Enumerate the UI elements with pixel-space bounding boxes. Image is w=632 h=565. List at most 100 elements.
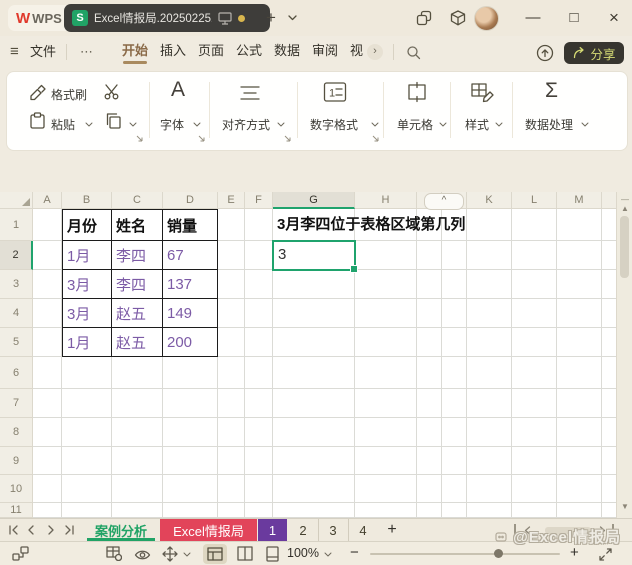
cell-E7[interactable] xyxy=(218,389,245,418)
cell-H7[interactable] xyxy=(355,389,417,418)
cell-A2[interactable] xyxy=(33,241,62,270)
cells-menu[interactable]: 单元格 xyxy=(397,116,433,133)
cell-F10[interactable] xyxy=(245,475,273,503)
cell-C7[interactable] xyxy=(112,389,163,418)
cell-E11[interactable] xyxy=(218,503,245,518)
cell-A10[interactable] xyxy=(33,475,62,503)
view-normal-button[interactable] xyxy=(203,544,227,564)
cut-scissors-icon[interactable] xyxy=(103,83,121,100)
cell-F3[interactable] xyxy=(245,270,273,299)
paste-clipboard-icon[interactable] xyxy=(29,112,46,130)
cell-D9[interactable] xyxy=(163,447,218,475)
clipboard-dialog-launcher[interactable] xyxy=(135,134,144,143)
menu-tab-formulas[interactable]: 公式 xyxy=(236,36,262,66)
cell-F9[interactable] xyxy=(245,447,273,475)
cell-B7[interactable] xyxy=(62,389,112,418)
cell-C2[interactable]: 李四 xyxy=(112,241,163,270)
app-center-cube-icon[interactable] xyxy=(450,10,466,26)
zoom-slider-handle[interactable] xyxy=(494,549,503,558)
close-button[interactable]: × xyxy=(602,6,626,30)
cell-E8[interactable] xyxy=(218,418,245,447)
cell-K1[interactable] xyxy=(467,209,512,241)
row-header-6[interactable]: 6 xyxy=(0,357,33,389)
cell-A7[interactable] xyxy=(33,389,62,418)
cell-B4[interactable]: 3月 xyxy=(62,299,112,328)
cell-A5[interactable] xyxy=(33,328,62,357)
zoom-dropdown-chevron[interactable] xyxy=(324,552,332,557)
sheet-tab-case-analysis[interactable]: 案例分析 xyxy=(84,519,158,541)
cell-B9[interactable] xyxy=(62,447,112,475)
cell-D5[interactable]: 200 xyxy=(163,328,218,357)
cell-J8[interactable] xyxy=(442,418,467,447)
cell-G8[interactable] xyxy=(273,418,355,447)
fullscreen-expand-icon[interactable] xyxy=(598,547,613,562)
alignment-dropdown-chevron[interactable] xyxy=(277,122,285,127)
font-menu[interactable]: 字体 xyxy=(160,116,184,133)
column-header-C[interactable]: C xyxy=(112,192,163,209)
cell-G3[interactable] xyxy=(273,270,355,299)
cell-M11[interactable] xyxy=(557,503,602,518)
last-sheet-icon[interactable] xyxy=(64,525,75,535)
cell-K3[interactable] xyxy=(467,270,512,299)
maximize-button[interactable]: □ xyxy=(562,6,586,30)
sheet-tab-excel-intel[interactable]: Excel情报局 xyxy=(160,519,257,541)
cell-partial[interactable] xyxy=(602,270,616,299)
cell-K2[interactable] xyxy=(467,241,512,270)
row-header-3[interactable]: 3 xyxy=(0,270,33,299)
cell-partial[interactable] xyxy=(602,475,616,503)
cells-dropdown-chevron[interactable] xyxy=(439,122,447,127)
column-header-L[interactable]: L xyxy=(512,192,557,209)
cell-partial[interactable] xyxy=(602,241,616,270)
cell-E3[interactable] xyxy=(218,270,245,299)
scroll-up-arrow-icon[interactable]: ▲ xyxy=(617,204,632,213)
menu-tab-insert[interactable]: 插入 xyxy=(160,36,186,66)
cell-H3[interactable] xyxy=(355,270,417,299)
cell-K7[interactable] xyxy=(467,389,512,418)
menu-file[interactable]: 文件 xyxy=(30,36,56,68)
cell-K4[interactable] xyxy=(467,299,512,328)
alignment-dialog-launcher[interactable] xyxy=(283,134,292,143)
cell-H8[interactable] xyxy=(355,418,417,447)
styles-menu[interactable]: 样式 xyxy=(465,116,489,133)
copy-dropdown-chevron[interactable] xyxy=(129,122,137,127)
column-header-E[interactable]: E xyxy=(218,192,245,209)
row-header-9[interactable]: 9 xyxy=(0,447,33,475)
cell-H10[interactable] xyxy=(355,475,417,503)
cell-partial[interactable] xyxy=(602,389,616,418)
cell-partial[interactable] xyxy=(602,418,616,447)
cell-L1[interactable] xyxy=(512,209,557,241)
upload-cloud-icon[interactable] xyxy=(536,44,554,62)
column-header-partial[interactable] xyxy=(602,192,616,209)
cell-E4[interactable] xyxy=(218,299,245,328)
row-header-5[interactable]: 5 xyxy=(0,328,33,357)
format-painter-icon[interactable] xyxy=(29,84,47,101)
menu-tab-view[interactable]: 视 xyxy=(350,36,363,66)
eye-visibility-icon[interactable] xyxy=(134,549,151,561)
cell-I3[interactable] xyxy=(417,270,442,299)
cell-A1[interactable] xyxy=(33,209,62,241)
cell-G7[interactable] xyxy=(273,389,355,418)
cell-L8[interactable] xyxy=(512,418,557,447)
column-header-A[interactable]: A xyxy=(33,192,62,209)
fill-handle[interactable] xyxy=(350,265,358,273)
move-dropdown-chevron[interactable] xyxy=(183,552,191,557)
cell-J7[interactable] xyxy=(442,389,467,418)
cell-G9[interactable] xyxy=(273,447,355,475)
sheet-tab-4[interactable]: 4 xyxy=(348,519,378,541)
row-header-4[interactable]: 4 xyxy=(0,299,33,328)
sheet-tab-3[interactable]: 3 xyxy=(318,519,349,541)
cell-E9[interactable] xyxy=(218,447,245,475)
select-all-corner[interactable] xyxy=(0,192,33,209)
cell-partial[interactable] xyxy=(602,357,616,389)
format-painter-button[interactable]: 格式刷 xyxy=(51,86,87,103)
cell-G11[interactable] xyxy=(273,503,355,518)
cell-E6[interactable] xyxy=(218,357,245,389)
number-format-menu[interactable]: 数字格式 xyxy=(310,116,358,133)
cell-partial[interactable] xyxy=(602,299,616,328)
zoom-level-value[interactable]: 100% xyxy=(287,542,319,565)
cell-J10[interactable] xyxy=(442,475,467,503)
cell-D7[interactable] xyxy=(163,389,218,418)
row-header-1[interactable]: 1 xyxy=(0,209,33,241)
cell-B3[interactable]: 3月 xyxy=(62,270,112,299)
cell-L7[interactable] xyxy=(512,389,557,418)
